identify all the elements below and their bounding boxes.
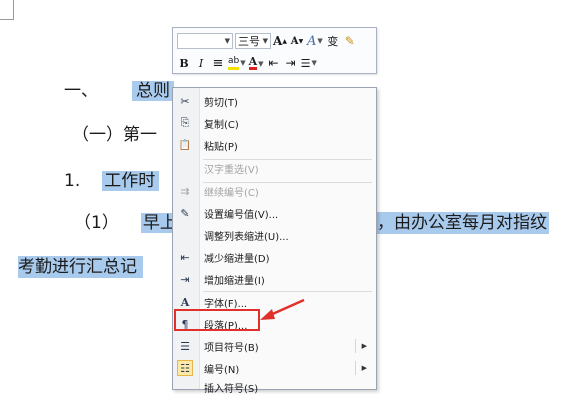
menu-item-label: 编号(N) [204,364,240,376]
menu-item-insert-symbol[interactable]: 插入符号(S) [173,376,376,398]
set-numbering-icon: ✎ [180,206,190,220]
styles-icon: A [307,33,317,49]
doc-line-5[interactable]: 考勤进行汇总记 [18,256,143,278]
menu-item-label: 项目符号(B) [204,342,259,354]
continue-numbering-icon: ⇉ [180,184,190,198]
center-align-button[interactable]: ≡ [211,54,225,72]
shrink-font-icon: A [290,35,299,47]
numbering-icon: ☷ [177,360,193,376]
increase-indent-button[interactable]: ⇥ [284,54,298,72]
increase-indent-icon: ⇥ [285,56,296,70]
submenu-arrow-icon: ▶ [361,364,367,372]
subheading-text: （一）第一 [72,125,157,145]
paragraph-highlight-box [174,309,260,331]
chevron-down-icon: ▼ [262,37,268,45]
list-text: 工作时 [102,171,160,191]
italic-icon: I [198,56,204,70]
grow-font-button[interactable]: A ▲ [273,32,287,50]
bold-icon: B [179,56,189,70]
submenu-divider [355,339,356,353]
italic-button[interactable]: I [194,54,208,72]
menu-item-label: 剪切(T) [204,97,238,109]
highlight-button[interactable]: ab ▼ [228,54,246,72]
submenu-arrow-icon: ▶ [361,342,367,350]
menu-item-increase-indent[interactable]: ⇥ 增加缩进量(I) [173,268,376,290]
format-painter-icon: ✎ [344,34,355,48]
menu-item-decrease-indent[interactable]: ⇤ 减少缩进量(D) [173,246,376,268]
menu-item-adjust-list-indent[interactable]: 调整列表缩进(U)... [173,224,376,246]
menu-item-copy[interactable]: ⎘ 复制(C) [173,112,376,134]
bullets-icon: ☰ [300,56,311,70]
menu-item-label: 粘贴(P) [204,141,238,153]
doc-line-4-left[interactable]: （1） 早上 [74,212,187,234]
format-painter-button[interactable]: ✎ [343,32,357,50]
menu-item-label: 减少缩进量(D) [204,253,270,265]
menu-item-set-numbering-value[interactable]: ✎ 设置编号值(V)... [173,202,376,224]
list-number: 1. [64,171,81,191]
menu-item-label: 插入符号(S) [204,383,259,395]
item-number: （1） [74,213,119,233]
doc-line-3[interactable]: 1. 工作时 [64,170,160,192]
chevron-down-icon: ▼ [224,37,230,45]
font-name-combo[interactable]: ▼ [177,33,233,49]
page-corner-mark [0,0,14,20]
copy-icon: ⎘ [180,116,190,129]
toolbar-row-1: ▼ 三号 ▼ A ▲ A ▼ A ▼ 变 ✎ [177,31,360,51]
paste-icon: 📋 [178,139,192,151]
grow-font-icon: A [273,34,283,48]
menu-item-paste[interactable]: 📋 粘贴(P) [173,134,376,156]
menu-item-reconvert: 汉字重选(V) [173,157,376,179]
menu-item-label: 设置编号值(V)... [204,209,279,221]
mini-toolbar: ▼ 三号 ▼ A ▲ A ▼ A ▼ 变 ✎ B I ≡ ab ▼ A ▼ ⇤ ⇥ ☰ ▼ [172,27,377,74]
font-color-icon: A [248,55,258,70]
highlighter-icon: ab [228,56,240,70]
phonetic-icon: 变 [327,35,339,48]
submenu-divider [355,361,356,375]
decrease-indent-icon: ⇤ [180,250,190,264]
bold-button[interactable]: B [177,54,191,72]
menu-item-bullets[interactable]: ☰ 项目符号(B) ▶ [173,335,376,357]
menu-item-label: 增加缩进量(I) [204,275,265,287]
menu-item-label: 汉字重选(V) [204,164,259,176]
align-center-icon: ≡ [212,55,224,71]
font-icon: A [180,295,190,309]
font-style-button[interactable]: A ▼ [307,32,323,50]
red-arrow-icon [260,298,305,320]
bullets-icon: ☰ [180,339,190,353]
menu-item-cut[interactable]: ✂ 剪切(T) [173,90,376,112]
context-menu: ✂ 剪切(T) ⎘ 复制(C) 📋 粘贴(P) 汉字重选(V) ⇉ 继续编号(C… [172,87,377,395]
font-size-value: 三号 [238,35,260,48]
scissors-icon: ✂ [180,94,190,108]
menu-item-continue-numbering: ⇉ 继续编号(C) [173,180,376,202]
increase-indent-icon: ⇥ [180,272,190,286]
font-color-button[interactable]: A ▼ [248,54,264,72]
heading-number: 一、 [64,81,98,101]
menu-item-label: 字体(F)... [204,298,248,310]
menu-item-label: 复制(C) [204,119,239,131]
menu-item-label: 继续编号(C) [204,187,259,199]
decrease-indent-icon: ⇤ [268,56,279,70]
phonetic-guide-button[interactable]: 变 [326,32,340,50]
bullets-button[interactable]: ☰ ▼ [301,54,317,72]
doc-line-4-right[interactable]: ，由办公室每月对指纹 [377,212,549,234]
doc-line-2[interactable]: （一）第一 [72,124,157,146]
doc-line-1[interactable]: 一、 总则 [64,80,174,102]
menu-item-label: 调整列表缩进(U)... [204,231,289,243]
toolbar-row-2: B I ≡ ab ▼ A ▼ ⇤ ⇥ ☰ ▼ [177,53,320,73]
font-size-combo[interactable]: 三号 ▼ [235,33,271,49]
shrink-font-button[interactable]: A ▼ [290,32,304,50]
heading-text: 总则 [132,81,174,101]
decrease-indent-button[interactable]: ⇤ [267,54,281,72]
